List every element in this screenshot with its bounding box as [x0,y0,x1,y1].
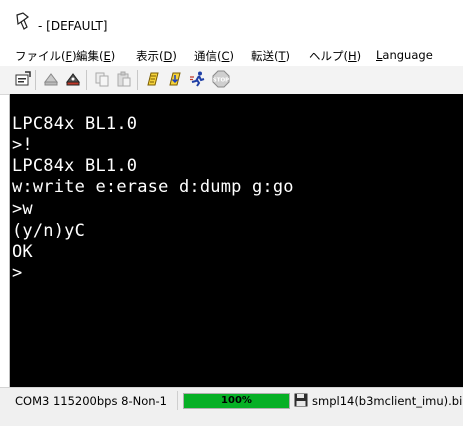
receive-file-icon[interactable] [166,70,184,88]
port-settings: COM3 115200bps 8-Non-1 [15,394,167,408]
menu-language[interactable]: Language [376,48,433,62]
menu-view[interactable]: 表示(D) [136,48,177,64]
menu-transfer[interactable]: 転送(T) [251,48,290,64]
menu-comm[interactable]: 通信(C) [194,48,234,64]
progress-bar: 100% [183,393,290,409]
terminal-output[interactable]: LPC84x BL1.0 >! LPC84x BL1.0 w:write e:eras… [9,94,463,387]
terminal-line: LPC84x BL1.0 [12,156,138,176]
app-icon[interactable] [15,12,31,30]
floppy-disk-icon [294,393,308,407]
progress-label: 100% [221,395,252,406]
connect-icon[interactable] [42,70,60,88]
menu-file[interactable]: ファイル(F) [15,48,77,64]
paste-icon[interactable] [115,70,133,88]
toolbar-separator [86,70,87,90]
stop-icon[interactable]: STOP [212,70,230,88]
terminal-line: >! [12,135,33,155]
window-title: - [DEFAULT] [38,19,108,33]
status-divider [177,391,178,410]
properties-icon[interactable] [14,70,32,88]
terminal-line: (y/n)yC [12,221,86,241]
terminal-line: LPC84x BL1.0 [12,114,138,134]
terminal-line: >w [12,199,33,219]
run-icon[interactable] [189,70,207,88]
toolbar-separator [35,70,36,90]
menu-help[interactable]: ヘルプ(H) [309,48,361,64]
send-file-icon[interactable] [144,70,162,88]
menu-edit[interactable]: 編集(E) [76,48,115,64]
toolbar-separator [137,70,138,90]
terminal-line: w:write e:erase d:dump g:go [12,177,294,197]
disconnect-icon[interactable] [64,70,82,88]
terminal-line: OK [12,242,33,262]
terminal-line: > [12,263,23,283]
stop-label: STOP [213,78,229,84]
copy-icon[interactable] [93,70,111,88]
file-name: smpl14(b3mclient_imu).bin [312,394,463,408]
